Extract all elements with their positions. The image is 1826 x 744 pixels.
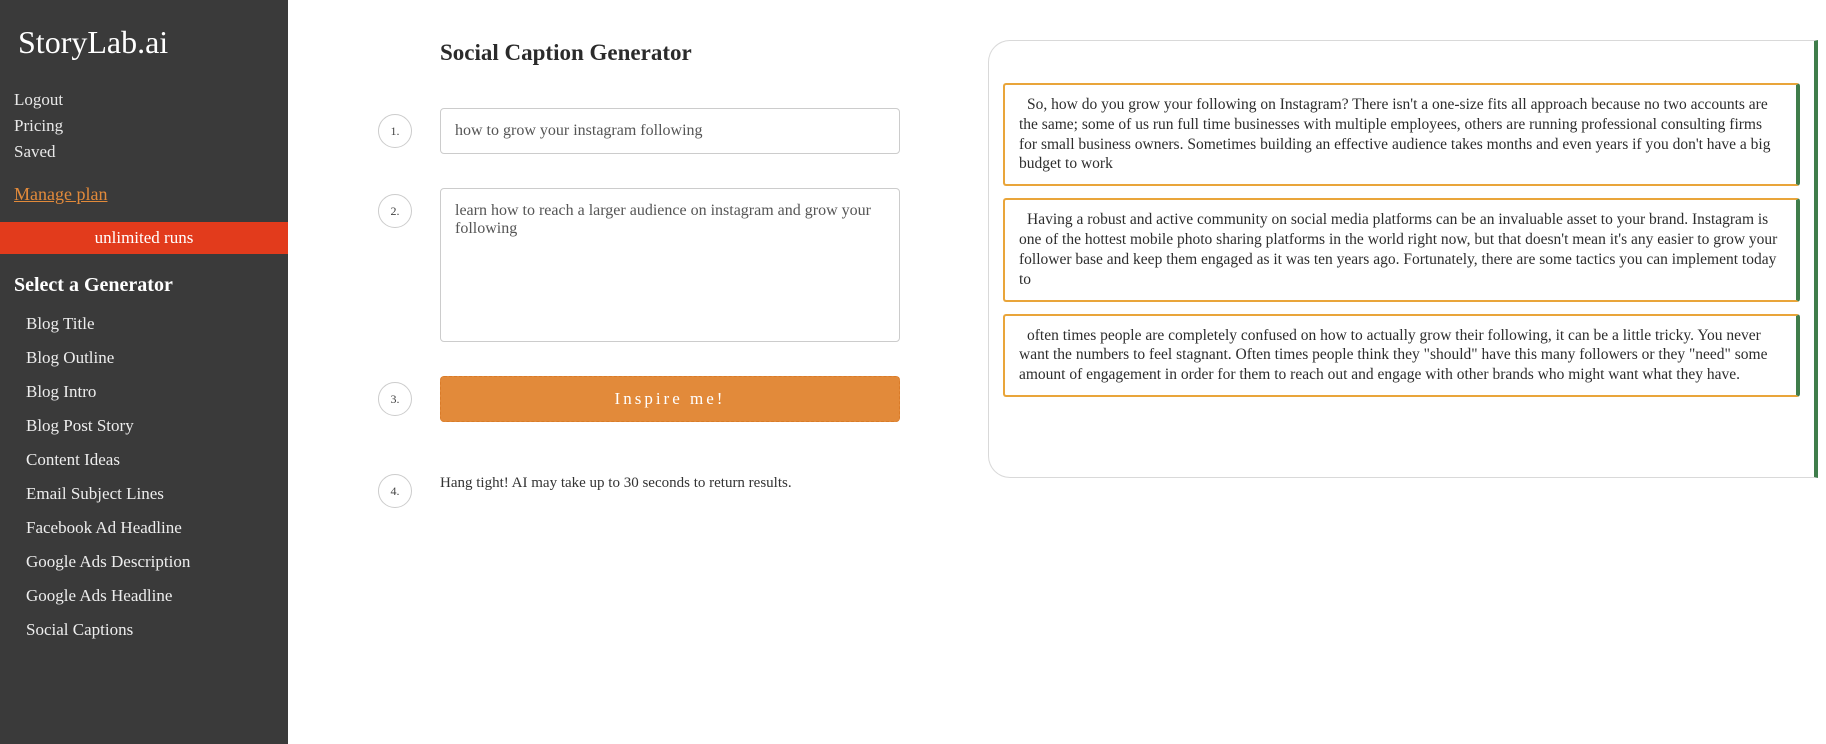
generator-list: Blog Title Blog Outline Blog Intro Blog … — [14, 307, 274, 647]
step-badge-3: 3. — [378, 382, 412, 416]
generator-item[interactable]: Blog Title — [14, 307, 274, 341]
result-item[interactable]: Having a robust and active community on … — [1003, 198, 1800, 301]
generator-item[interactable]: Google Ads Headline — [14, 579, 274, 613]
nav: Logout Pricing Saved Manage plan — [0, 73, 288, 208]
nav-pricing[interactable]: Pricing — [14, 113, 274, 139]
results-panel: So, how do you grow your following on In… — [988, 40, 1818, 478]
form-row-4: 4. Hang tight! AI may take up to 30 seco… — [378, 468, 988, 508]
generator-item[interactable]: Blog Outline — [14, 341, 274, 375]
logo: StoryLab.ai — [0, 0, 288, 73]
form-row-3: 3. Inspire me! — [378, 376, 988, 422]
generator-item[interactable]: Social Captions — [14, 613, 274, 647]
details-input[interactable] — [440, 188, 900, 342]
generator-item[interactable]: Google Ads Description — [14, 545, 274, 579]
plan-banner: unlimited runs — [0, 222, 288, 254]
results-column: So, how do you grow your following on In… — [988, 40, 1826, 744]
topic-input[interactable] — [440, 108, 900, 154]
generator-item[interactable]: Blog Intro — [14, 375, 274, 409]
form-row-2: 2. — [378, 188, 988, 342]
form-row-1: 1. — [378, 108, 988, 154]
generator-item[interactable]: Facebook Ad Headline — [14, 511, 274, 545]
generator-item[interactable]: Email Subject Lines — [14, 477, 274, 511]
main-content: Social Caption Generator 1. 2. 3. Inspir… — [288, 0, 1826, 744]
generator-section: Select a Generator Blog Title Blog Outli… — [0, 254, 288, 647]
generators-heading: Select a Generator — [14, 274, 274, 297]
step-badge-2: 2. — [378, 194, 412, 228]
nav-saved[interactable]: Saved — [14, 139, 274, 165]
form-column: Social Caption Generator 1. 2. 3. Inspir… — [288, 40, 988, 744]
page-title: Social Caption Generator — [440, 40, 988, 66]
generator-item[interactable]: Blog Post Story — [14, 409, 274, 443]
hint-text: Hang tight! AI may take up to 30 seconds… — [440, 468, 792, 492]
sidebar: StoryLab.ai Logout Pricing Saved Manage … — [0, 0, 288, 744]
inspire-button[interactable]: Inspire me! — [440, 376, 900, 422]
step-badge-4: 4. — [378, 474, 412, 508]
result-item[interactable]: often times people are completely confus… — [1003, 314, 1800, 397]
nav-logout[interactable]: Logout — [14, 87, 274, 113]
nav-manage-plan[interactable]: Manage plan — [14, 181, 274, 208]
step-badge-1: 1. — [378, 114, 412, 148]
result-item[interactable]: So, how do you grow your following on In… — [1003, 83, 1800, 186]
generator-item[interactable]: Content Ideas — [14, 443, 274, 477]
